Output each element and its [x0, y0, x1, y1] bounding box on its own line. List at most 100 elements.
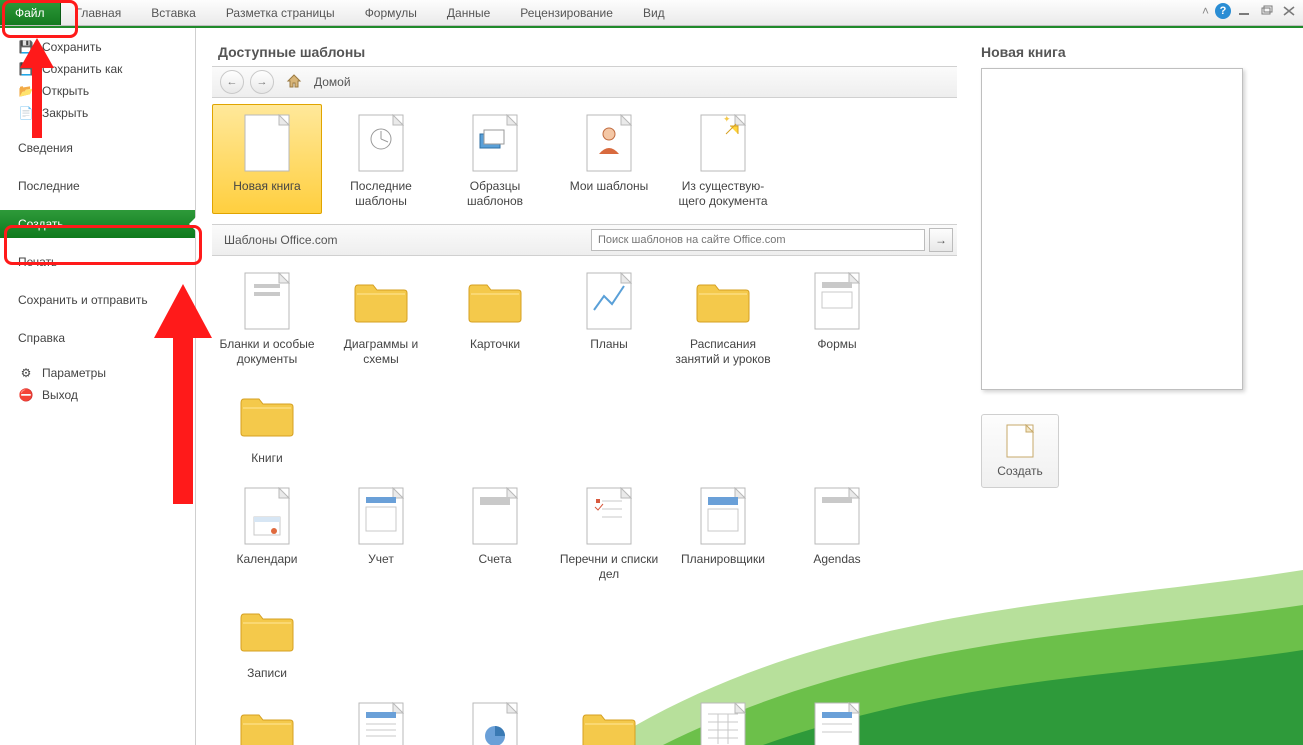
template-glyph: [235, 699, 299, 745]
sidebar-new[interactable]: Создать: [0, 210, 195, 238]
ribbon-tab-home[interactable]: Главная: [61, 0, 137, 25]
template-label: Формы: [817, 337, 856, 352]
template-glyph: [349, 484, 413, 548]
preview-title: Новая книга: [981, 44, 1281, 60]
close-icon[interactable]: [1281, 5, 1297, 17]
template-glyph: [235, 383, 299, 447]
template-label: Образцы шаблонов: [443, 179, 547, 209]
ribbon-tab-data[interactable]: Данные: [432, 0, 505, 25]
sidebar-print[interactable]: Печать: [0, 248, 195, 276]
template-tile-office-b-5[interactable]: Agendas: [782, 477, 892, 587]
template-tile-office-a-5[interactable]: Формы: [782, 262, 892, 372]
template-tile-office-a-4[interactable]: Расписания занятий и уроков: [668, 262, 778, 372]
templates-breadcrumb: ← → Домой: [212, 66, 957, 98]
template-tile-top-1[interactable]: Последние шаблоны: [326, 104, 436, 214]
nav-back-button[interactable]: ←: [220, 70, 244, 94]
sidebar-open[interactable]: 📂Открыть: [0, 80, 195, 102]
template-tile-office-b-6[interactable]: Записи: [212, 591, 322, 686]
template-label: Счета: [478, 552, 511, 567]
help-icon[interactable]: ?: [1215, 3, 1231, 19]
template-tile-office-a-0[interactable]: Бланки и особые документы: [212, 262, 322, 372]
template-glyph: ✦: [691, 111, 755, 175]
template-tile-office-a-3[interactable]: Планы: [554, 262, 664, 372]
officecom-search-go[interactable]: →: [929, 228, 953, 252]
template-label: Из существую­щего документа: [671, 179, 775, 209]
template-glyph: [349, 699, 413, 745]
template-glyph: [235, 111, 299, 175]
restore-icon[interactable]: [1259, 5, 1275, 17]
template-label: Расписания занятий и уроков: [671, 337, 775, 367]
ribbon: Файл Главная Вставка Разметка страницы Ф…: [0, 0, 1303, 26]
template-tile-office-b-0[interactable]: Календари: [212, 477, 322, 587]
sidebar-save[interactable]: 💾Сохранить: [0, 36, 195, 58]
template-tile-office-c-5[interactable]: Выписки: [782, 692, 892, 745]
template-tile-office-a-1[interactable]: Диаграммы и схемы: [326, 262, 436, 372]
template-tile-office-c-4[interactable]: Расписания: [668, 692, 778, 745]
template-glyph: [691, 699, 755, 745]
sidebar-share[interactable]: Сохранить и отправить: [0, 286, 195, 314]
sidebar-info[interactable]: Сведения: [0, 134, 195, 162]
template-glyph: [349, 269, 413, 333]
open-icon: 📂: [18, 83, 34, 99]
template-tile-office-b-2[interactable]: Счета: [440, 477, 550, 587]
template-tile-top-2[interactable]: Образцы шаблонов: [440, 104, 550, 214]
template-tile-office-c-1[interactable]: Отчеты: [326, 692, 436, 745]
template-glyph: [235, 484, 299, 548]
preview-thumbnail: [981, 68, 1243, 390]
minimize-icon[interactable]: [1237, 5, 1253, 17]
template-glyph: [805, 699, 869, 745]
home-icon[interactable]: [286, 73, 302, 92]
window-controls: ˄ ?: [1202, 3, 1297, 19]
ribbon-tab-file[interactable]: Файл: [0, 0, 61, 25]
template-tile-office-c-2[interactable]: Бюджеты: [440, 692, 550, 745]
officecom-search-input[interactable]: [591, 229, 925, 251]
sidebar-help[interactable]: Справка: [0, 324, 195, 352]
template-tile-office-c-0[interactable]: Брошюры и буклеты: [212, 692, 322, 745]
ribbon-tab-layout[interactable]: Разметка страницы: [211, 0, 350, 25]
template-glyph: [349, 111, 413, 175]
ribbon-tab-view[interactable]: Вид: [628, 0, 680, 25]
ribbon-collapse-icon[interactable]: ˄: [1202, 4, 1209, 18]
template-glyph: [691, 484, 755, 548]
template-glyph: [805, 269, 869, 333]
template-tile-top-0[interactable]: Новая книга: [212, 104, 322, 214]
template-tile-office-a-2[interactable]: Карточки: [440, 262, 550, 372]
options-icon: ⚙: [18, 365, 34, 381]
ribbon-tab-formulas[interactable]: Формулы: [350, 0, 432, 25]
sidebar-options[interactable]: ⚙Параметры: [0, 362, 195, 384]
template-label: Перечни и списки дел: [557, 552, 661, 582]
template-tile-top-3[interactable]: Мои шаблоны: [554, 104, 664, 214]
templates-heading: Доступные шаблоны: [218, 44, 975, 60]
template-label: Agendas: [813, 552, 860, 567]
template-label: Календари: [236, 552, 297, 567]
sidebar-close[interactable]: 📄Закрыть: [0, 102, 195, 124]
save-as-icon: 💾: [18, 61, 34, 77]
create-button[interactable]: Создать: [981, 414, 1059, 488]
template-label: Планировщики: [681, 552, 765, 567]
template-tile-top-4[interactable]: ✦ Из существую­щего документа: [668, 104, 778, 214]
backstage-sidebar: 💾Сохранить 💾Сохранить как 📂Открыть 📄Закр…: [0, 28, 196, 745]
nav-forward-button[interactable]: →: [250, 70, 274, 94]
ribbon-tab-review[interactable]: Рецензирование: [505, 0, 628, 25]
sidebar-save-as[interactable]: 💾Сохранить как: [0, 58, 195, 80]
ribbon-tab-insert[interactable]: Вставка: [136, 0, 211, 25]
template-glyph: [577, 111, 641, 175]
save-icon: 💾: [18, 39, 34, 55]
template-tile-office-a-6[interactable]: Книги: [212, 376, 322, 471]
sidebar-recent[interactable]: Последние: [0, 172, 195, 200]
template-label: Бланки и особые документы: [215, 337, 319, 367]
template-tile-office-b-4[interactable]: Планировщики: [668, 477, 778, 587]
exit-icon: ⛔: [18, 387, 34, 403]
sidebar-exit[interactable]: ⛔Выход: [0, 384, 195, 406]
template-tile-office-b-3[interactable]: Перечни и списки дел: [554, 477, 664, 587]
svg-text:✦: ✦: [723, 114, 731, 124]
preview-pane: Новая книга Создать: [975, 28, 1303, 745]
template-label: Карточки: [470, 337, 520, 352]
template-label: Записи: [247, 666, 287, 681]
template-tile-office-c-3[interactable]: Другие категории: [554, 692, 664, 745]
template-label: Книги: [251, 451, 282, 466]
breadcrumb-home[interactable]: Домой: [314, 75, 351, 89]
template-tile-office-b-1[interactable]: Учет: [326, 477, 436, 587]
builtin-templates-row: Новая книга Последние шаблоны Образцы ша…: [196, 98, 975, 220]
officecom-templates-row3: Брошюры и буклеты Отчеты Бюджеты Другие …: [196, 692, 975, 745]
